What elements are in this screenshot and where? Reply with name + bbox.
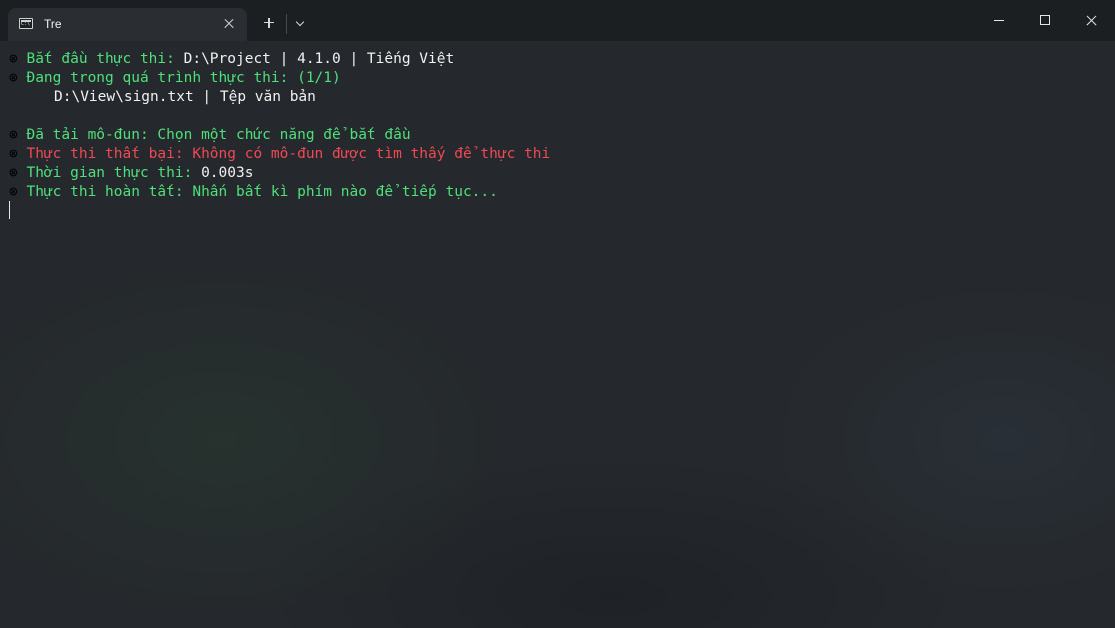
time-value: 0.003s <box>201 165 254 181</box>
done-label: Thực thi hoàn tất: Nhấn bất kì phím nào … <box>26 184 498 200</box>
output-line-progress: ⊗ Đang trong quá trình thực thi: (1/1) <box>9 69 341 88</box>
divider <box>286 14 287 34</box>
success-bullet-icon: ⊗ <box>9 51 18 67</box>
new-tab-button[interactable] <box>262 16 276 30</box>
output-line-file: D:\View\sign.txt | Tệp văn bản <box>54 88 316 107</box>
output-line-time: ⊗ Thời gian thực thi: 0.003s <box>9 164 253 183</box>
file-line: D:\View\sign.txt | Tệp văn bản <box>54 89 316 105</box>
progress-label: Đang trong quá trình thực thi: (1/1) <box>26 70 341 86</box>
text-cursor <box>9 201 10 219</box>
failed-label: Thực thi thất bại: Không có mô-đun được … <box>26 146 551 162</box>
tab-title: Tre <box>44 17 62 31</box>
close-window-button[interactable] <box>1068 0 1114 41</box>
output-line-done: ⊗ Thực thi hoàn tất: Nhấn bất kì phím nà… <box>9 183 498 202</box>
terminal-output[interactable]: ⊗ Bắt đầu thực thi: D:\Project | 4.1.0 |… <box>0 41 1115 628</box>
success-bullet-icon: ⊗ <box>9 184 18 200</box>
loaded-label: Đã tải mô-đun: Chọn một chức năng để bắt… <box>26 127 411 143</box>
title-bar: C:\ Tre <box>0 0 1115 41</box>
success-bullet-icon: ⊗ <box>9 127 18 143</box>
start-label: Bắt đầu thực thi: <box>26 51 184 67</box>
close-tab-icon[interactable] <box>221 16 237 32</box>
output-line-failed: ⊗ Thực thi thất bại: Không có mô-đun đượ… <box>9 145 550 164</box>
success-bullet-icon: ⊗ <box>9 70 18 86</box>
chevron-down-icon[interactable] <box>293 16 307 30</box>
minimize-button[interactable] <box>976 0 1022 41</box>
output-line-start: ⊗ Bắt đầu thực thi: D:\Project | 4.1.0 |… <box>9 50 454 69</box>
tab-tre[interactable]: C:\ Tre <box>8 8 247 41</box>
terminal-icon: C:\ <box>19 18 33 29</box>
terminal-window: C:\ Tre ⊗ Bắt đầu thực thi: D:\Project |… <box>0 0 1115 628</box>
error-bullet-icon: ⊗ <box>9 146 18 162</box>
time-label: Thời gian thực thi: <box>26 165 202 181</box>
maximize-button[interactable] <box>1022 0 1068 41</box>
start-value: D:\Project | 4.1.0 | Tiếng Việt <box>183 51 455 67</box>
output-line-loaded: ⊗ Đã tải mô-đun: Chọn một chức năng để b… <box>9 126 411 145</box>
success-bullet-icon: ⊗ <box>9 165 18 181</box>
